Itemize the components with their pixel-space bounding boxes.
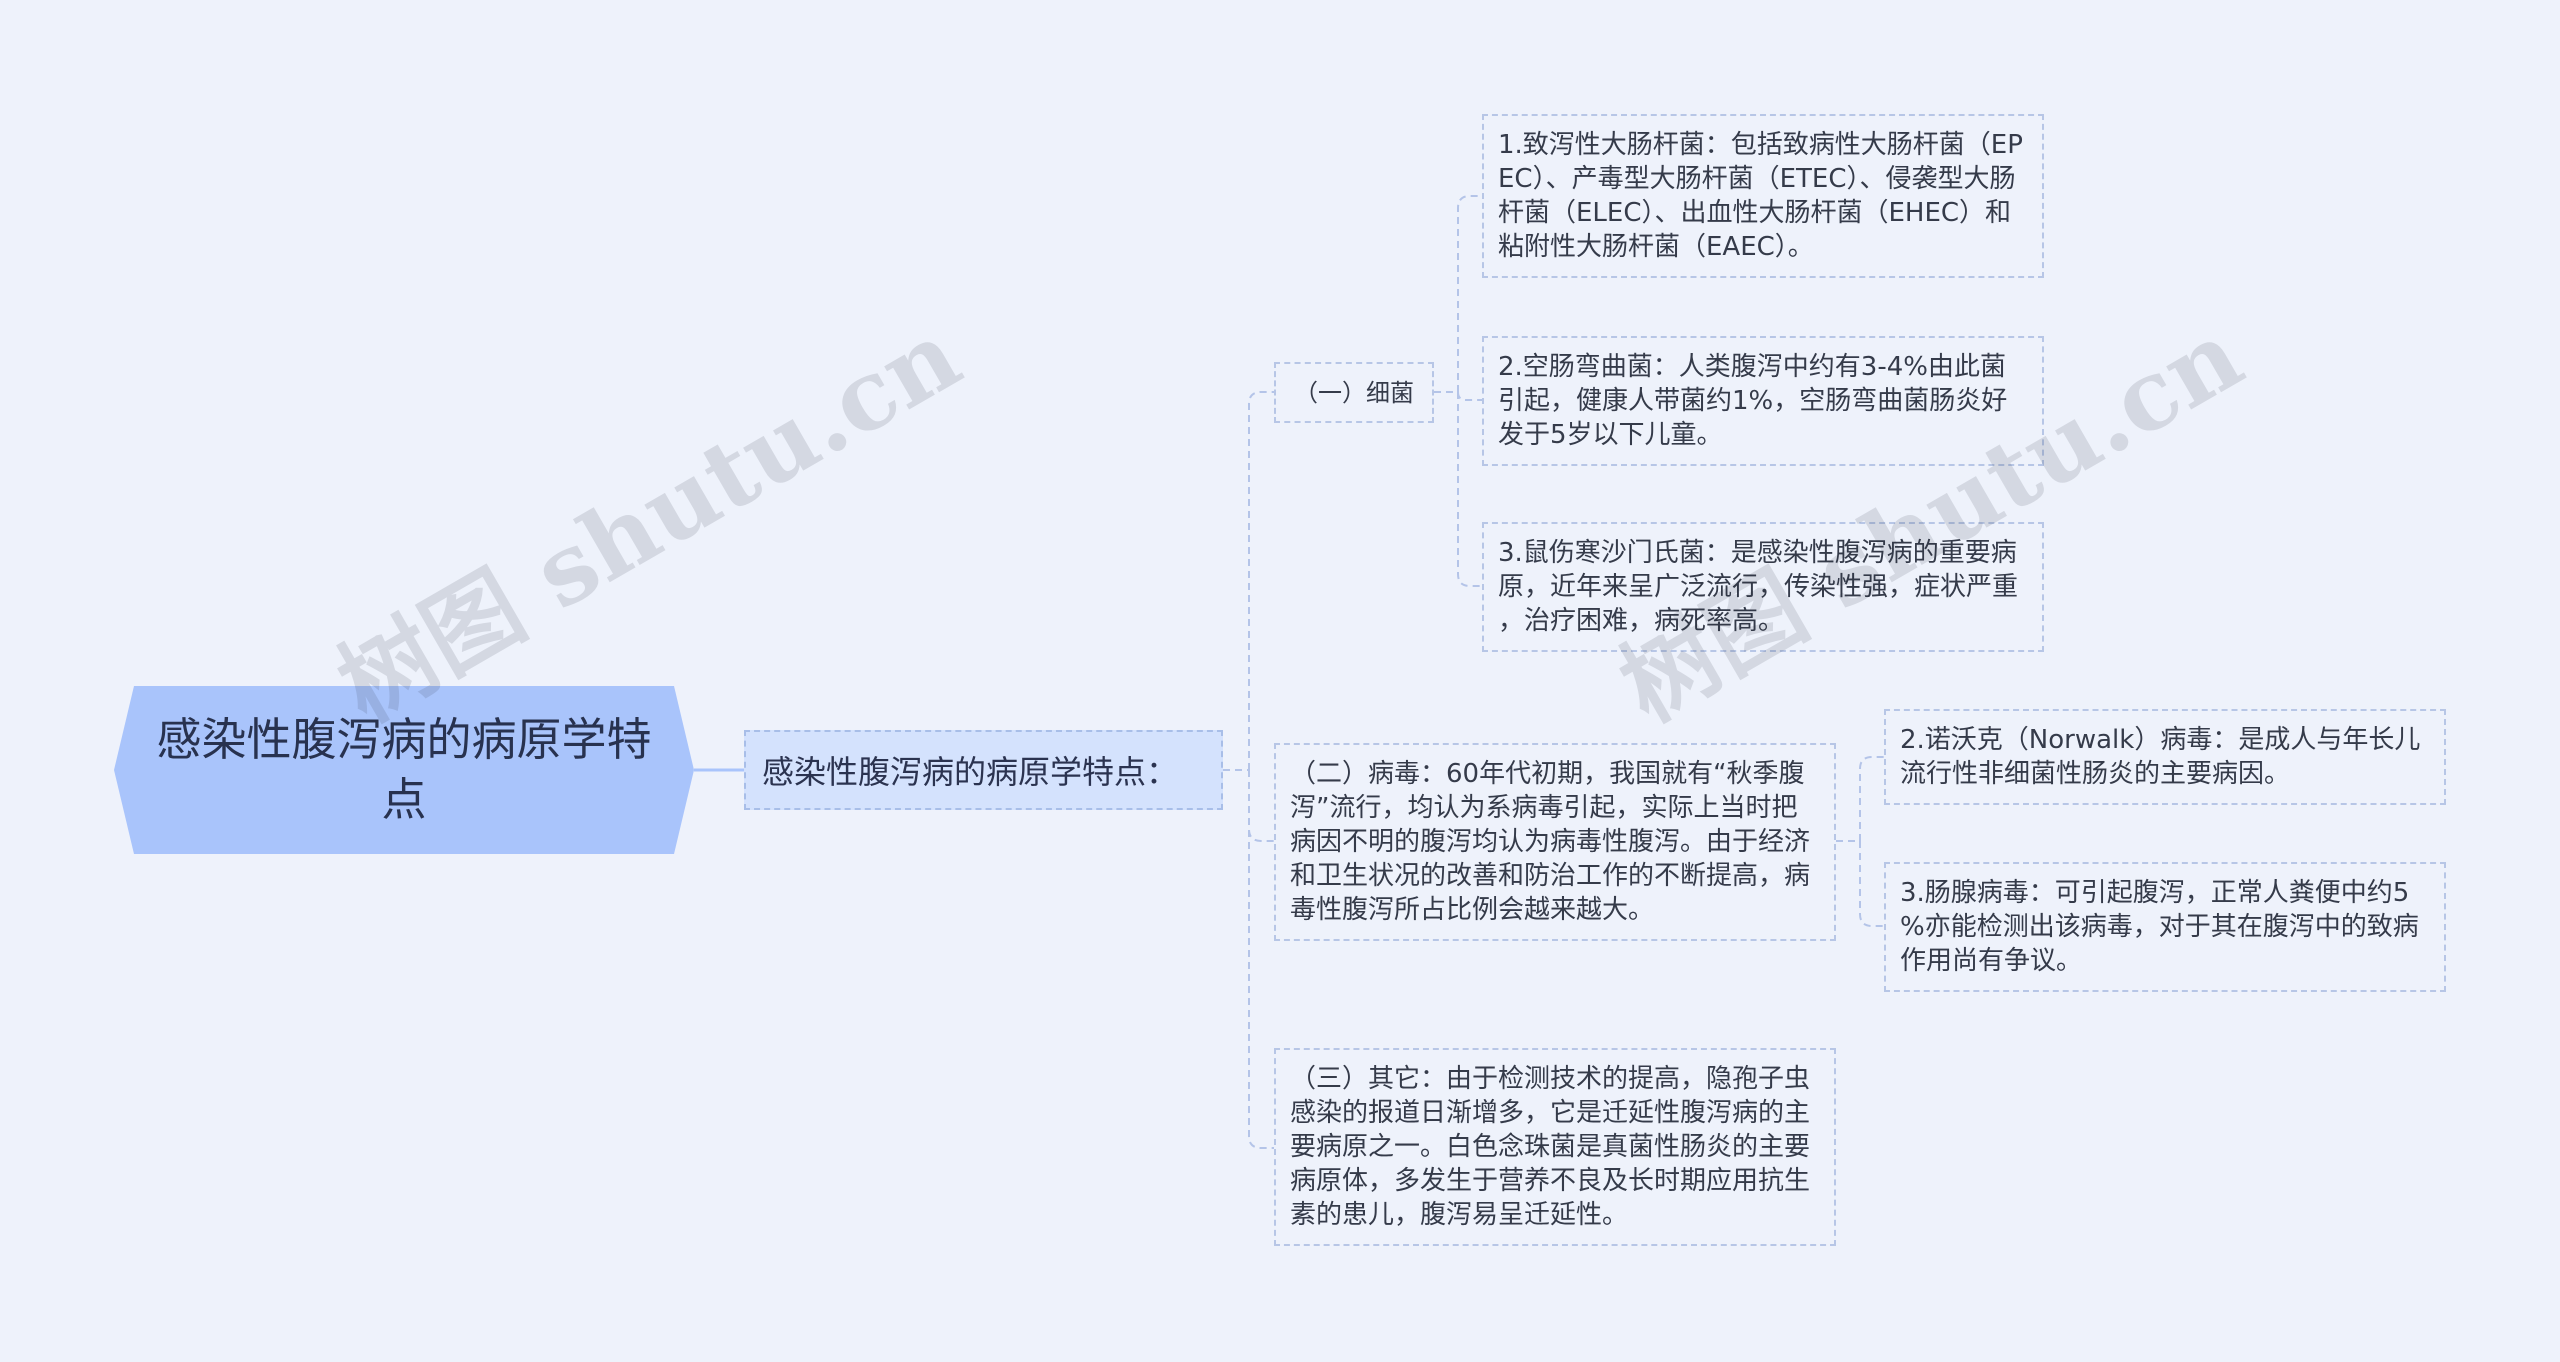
- leaf-salmonella-node: 3.鼠伤寒沙门氏菌：是感染性腹泻病的重要病原，近年来呈广泛流行，传染性强，症状严…: [1482, 522, 2044, 652]
- leaf-ecoli-node: 1.致泻性大肠杆菌：包括致病性大肠杆菌（EPEC）、产毒型大肠杆菌（ETEC）、…: [1482, 114, 2044, 278]
- connector-to-ecoli: [1457, 195, 1482, 392]
- leaf-norwalk-node: 2.诺沃克（Norwalk）病毒：是成人与年长儿流行性非细菌性肠炎的主要病因。: [1884, 709, 2446, 805]
- branch-virus-node: （二）病毒：60年代初期，我国就有“秋季腹泻”流行，均认为系病毒引起，实际上当时…: [1274, 743, 1836, 941]
- root-node: 感染性腹泻病的病原学特点: [114, 686, 694, 854]
- connector-to-adenovirus: [1859, 841, 1884, 927]
- connector-to-salmonella: [1457, 392, 1482, 587]
- branch-other-node: （三）其它：由于检测技术的提高，隐孢子虫感染的报道日渐增多，它是迁延性腹泻病的主…: [1274, 1048, 1836, 1246]
- main-topic-node: 感染性腹泻病的病原学特点：: [744, 730, 1223, 810]
- connector-to-norwalk: [1859, 756, 1884, 841]
- mind-map-canvas: 感染性腹泻病的病原学特点 感染性腹泻病的病原学特点： （一）细菌 （二）病毒：6…: [0, 0, 2560, 1362]
- connector-to-campylobacter: [1457, 391, 1482, 401]
- leaf-adenovirus-node: 3.肠腺病毒：可引起腹泻，正常人粪便中约5%亦能检测出该病毒，对于其在腹泻中的致…: [1884, 862, 2446, 992]
- branch-bacteria-node: （一）细菌: [1274, 362, 1434, 423]
- connector-to-other: [1248, 770, 1274, 1149]
- main-topic-label: 感染性腹泻病的病原学特点：: [762, 753, 1179, 791]
- leaf-campylobacter-node: 2.空肠弯曲菌：人类腹泻中约有3-4%由此菌引起，健康人带菌约1%，空肠弯曲菌肠…: [1482, 336, 2044, 466]
- connector-to-virus: [1248, 770, 1274, 842]
- connector-to-bacteria: [1248, 391, 1274, 770]
- root-node-label: 感染性腹泻病的病原学特点: [156, 713, 652, 826]
